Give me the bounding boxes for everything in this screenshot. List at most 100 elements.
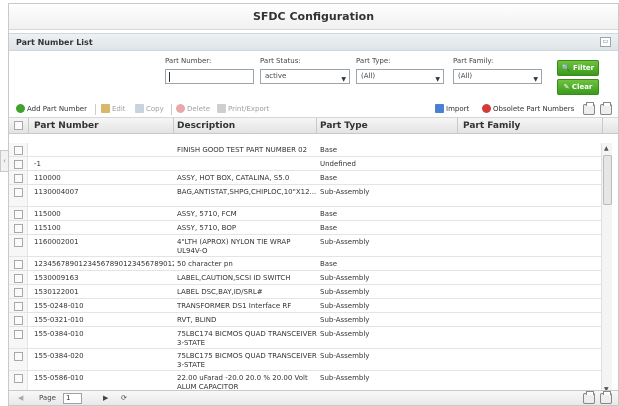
table-row[interactable]: 155-0248-010 TRANSFORMER DS1 Interface RF… <box>9 299 603 313</box>
page-number-input[interactable]: 1 <box>63 393 82 404</box>
pager-bar: ◀ Page 1 ▶ ⟳ <box>9 390 618 405</box>
part-status-select[interactable]: active ▼ <box>260 69 350 84</box>
part-type-label: Part Type: <box>356 57 391 65</box>
row-checkbox-cell <box>9 185 28 206</box>
obsolete-part-numbers-label: Obsolete Part Numbers <box>493 105 575 113</box>
row-checkbox-cell <box>9 299 28 312</box>
cell-part-number: 155-0321-010 <box>34 316 84 324</box>
import-label: Import <box>446 105 470 113</box>
plus-icon <box>16 104 25 113</box>
row-checkbox[interactable] <box>14 302 23 311</box>
column-header-part-family[interactable]: Part Family <box>463 121 520 131</box>
cell-part-type: Sub-Assembly <box>320 238 370 246</box>
row-checkbox[interactable] <box>14 274 23 283</box>
cell-description: 4"LTH (APROX) NYLON TIE WRAP UL94V-O <box>177 238 291 255</box>
cell-part-number: 1530009163 <box>34 274 79 282</box>
filter-button[interactable]: 🔍 Filter <box>557 60 599 76</box>
row-checkbox[interactable] <box>14 210 23 219</box>
clear-button[interactable]: ✎ Clear <box>557 79 599 95</box>
print-export-button[interactable]: Print/Export <box>217 104 269 113</box>
part-status-label: Part Status: <box>260 57 301 65</box>
table-row[interactable]: 115100 ASSY, 5710, BOP Base <box>9 221 603 235</box>
import-button[interactable]: Import <box>435 104 469 113</box>
edit-button[interactable]: Edit <box>101 104 126 113</box>
table-row[interactable]: FINISH GOOD TEST PART NUMBER 02 Base <box>9 143 603 157</box>
row-checkbox[interactable] <box>14 316 23 325</box>
row-checkbox[interactable] <box>14 224 23 233</box>
cell-part-type: Sub-Assembly <box>320 274 370 282</box>
cell-part-type: Sub-Assembly <box>320 188 370 196</box>
scroll-up-icon[interactable]: ▲ <box>604 145 609 152</box>
cell-part-type: Sub-Assembly <box>320 316 370 324</box>
no-entry-icon <box>482 104 491 113</box>
cell-part-type: Sub-Assembly <box>320 374 370 382</box>
text-caret <box>169 72 170 82</box>
table-row[interactable]: 1530122001 LABEL DSC,BAY,ID/SRL# Sub-Assem… <box>9 285 603 299</box>
next-page-icon[interactable]: ▶ <box>103 394 108 402</box>
table-row[interactable]: -1 Undefined <box>9 157 603 171</box>
row-checkbox[interactable] <box>14 146 23 155</box>
cell-part-number: 155-0586-010 <box>34 374 84 382</box>
table-row[interactable]: 1130004007 BAG,ANTISTAT,SHPG,CHIPLOC,10"X… <box>9 185 603 207</box>
collapse-section-icon[interactable]: ▭ <box>600 37 611 47</box>
add-part-number-label: Add Part Number <box>27 105 87 113</box>
previous-page-icon[interactable]: ◀ <box>18 394 23 402</box>
copy-button[interactable]: Copy <box>135 104 164 113</box>
row-checkbox[interactable] <box>14 352 23 361</box>
row-checkbox[interactable] <box>14 330 23 339</box>
filter-button-label: Filter <box>573 64 595 72</box>
column-header-part-type[interactable]: Part Type <box>320 121 368 131</box>
part-family-select[interactable]: (All) ▼ <box>453 69 542 84</box>
add-part-number-button[interactable]: Add Part Number <box>16 104 87 113</box>
cell-part-type: Sub-Assembly <box>320 352 370 360</box>
select-all-checkbox[interactable] <box>14 121 23 130</box>
column-header-part-number[interactable]: Part Number <box>34 121 99 131</box>
refresh-icon[interactable]: ⟳ <box>121 394 127 402</box>
part-type-select[interactable]: (All) ▼ <box>356 69 444 84</box>
row-checkbox[interactable] <box>14 374 23 383</box>
grid-toolbar: Add Part Number Edit Copy Delete Print/E… <box>9 101 618 118</box>
part-number-input[interactable] <box>165 69 254 84</box>
scroll-thumb[interactable] <box>603 155 612 205</box>
cell-description: RVT, BLIND <box>177 316 217 324</box>
grid-header: Part Number Description Part Type Part F… <box>9 118 618 134</box>
row-checkbox[interactable] <box>14 288 23 297</box>
row-checkbox[interactable] <box>14 238 23 247</box>
printer-icon[interactable] <box>583 391 595 404</box>
column-header-description[interactable]: Description <box>177 121 235 131</box>
clear-button-label: Clear <box>571 83 593 91</box>
part-family-value: (All) <box>458 72 473 80</box>
table-row[interactable]: 1160002001 4"LTH (APROX) NYLON TIE WRAP U… <box>9 235 603 257</box>
obsolete-part-numbers-button[interactable]: Obsolete Part Numbers <box>482 104 574 113</box>
part-status-value: active <box>265 72 287 80</box>
table-row[interactable]: 155-0384-010 75LBC174 BICMOS QUAD TRANSCE… <box>9 327 603 349</box>
cell-description: BAG,ANTISTAT,SHPG,CHIPLOC,10"X12... <box>177 188 317 196</box>
cell-part-type: Base <box>320 146 338 154</box>
cell-description: 75LBC175 BICMOS QUAD TRANSCEIVER 3-STATE <box>177 352 317 369</box>
vertical-scrollbar[interactable]: ▲ ▼ <box>601 143 612 395</box>
part-family-label: Part Family: <box>453 57 494 65</box>
chevron-down-icon: ▼ <box>341 76 346 83</box>
part-number-list-header: Part Number List ▭ <box>9 33 618 51</box>
delete-button[interactable]: Delete <box>176 104 210 113</box>
printer-icon[interactable] <box>600 102 612 115</box>
table-row[interactable]: 155-0321-010 RVT, BLIND Sub-Assembly <box>9 313 603 327</box>
row-checkbox[interactable] <box>14 174 23 183</box>
row-checkbox[interactable] <box>14 188 23 197</box>
cell-description: TRANSFORMER DS1 Interface RF <box>177 302 292 310</box>
cell-part-number: 12345678901234567890123456789012... <box>34 260 174 268</box>
collapse-side-tab[interactable]: ‹ <box>0 150 8 172</box>
row-checkbox-cell <box>9 235 28 256</box>
table-row[interactable]: 115000 ASSY, 5710, FCM Base <box>9 207 603 221</box>
section-title: Part Number List <box>16 38 93 47</box>
row-checkbox[interactable] <box>14 260 23 269</box>
printer-icon[interactable] <box>600 391 612 404</box>
cell-part-type: Undefined <box>320 160 356 168</box>
printer-icon[interactable] <box>583 102 595 115</box>
cell-part-number: 110000 <box>34 174 61 182</box>
table-row[interactable]: 110000 ASSY, HOT BOX, CATALINA, S5.0 Base <box>9 171 603 185</box>
row-checkbox[interactable] <box>14 160 23 169</box>
table-row[interactable]: 12345678901234567890123456789012... 50 ch… <box>9 257 603 271</box>
table-row[interactable]: 1530009163 LABEL,CAUTION,SCSI ID SWITCH Su… <box>9 271 603 285</box>
table-row[interactable]: 155-0384-020 75LBC175 BICMOS QUAD TRANSCE… <box>9 349 603 371</box>
